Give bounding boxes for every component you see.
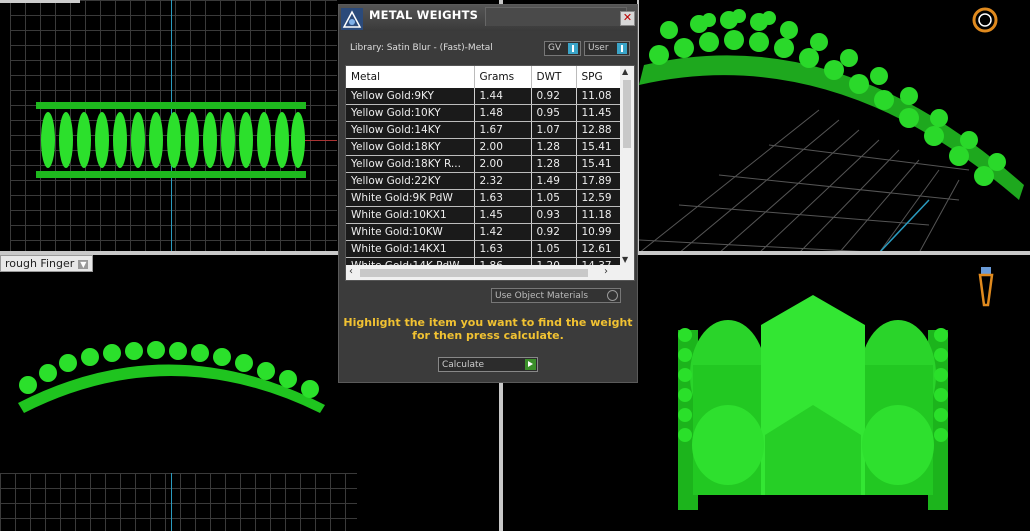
scroll-right-icon[interactable]: › <box>604 266 608 277</box>
scroll-down-icon[interactable]: ▼ <box>622 255 628 264</box>
table-row[interactable]: Yellow Gold:18KY 2.00 1.28 15.41 <box>346 138 621 156</box>
cell-dwt: 0.95 <box>531 104 577 122</box>
table-row[interactable]: Yellow Gold:14KY 1.67 1.07 12.88 <box>346 121 621 139</box>
cell-spg: 11.45 <box>576 104 621 122</box>
table-row[interactable]: Yellow Gold:9KY 1.44 0.92 11.08 <box>346 88 621 105</box>
table-row[interactable]: White Gold:10KX1 1.45 0.93 11.18 <box>346 206 621 224</box>
scroll-thumb[interactable] <box>360 269 588 277</box>
pin-view-icon[interactable] <box>978 267 994 307</box>
cell-spg: 15.41 <box>576 138 621 156</box>
column-header-metal[interactable]: Metal <box>346 66 475 88</box>
table-row[interactable]: White Gold:14KX1 1.63 1.05 12.61 <box>346 240 621 258</box>
scroll-up-icon[interactable]: ▲ <box>622 67 628 76</box>
cell-grams: 2.00 <box>474 138 532 156</box>
cell-grams: 1.48 <box>474 104 532 122</box>
dialog-title-bar[interactable]: METAL WEIGHTS ✕ <box>339 5 637 31</box>
cell-grams: 1.44 <box>474 88 532 105</box>
cell-metal: Yellow Gold:22KY <box>346 172 475 190</box>
cell-grams: 1.45 <box>474 206 532 224</box>
cell-dwt: 1.28 <box>531 138 577 156</box>
cell-grams: 1.63 <box>474 189 532 207</box>
viewport-top-right[interactable] <box>639 0 1030 253</box>
metal-weights-dialog[interactable]: METAL WEIGHTS ✕ Library: Satin Blur - (F… <box>338 4 638 383</box>
dialog-title: METAL WEIGHTS <box>369 8 479 22</box>
cell-dwt: 1.28 <box>531 155 577 173</box>
gv-toggle[interactable]: GV <box>544 41 581 56</box>
cell-grams: 1.63 <box>474 240 532 258</box>
cell-grams: 1.67 <box>474 121 532 139</box>
cell-grams: 2.00 <box>474 155 532 173</box>
user-label: User <box>588 43 609 53</box>
library-label: Library: Satin Blur - (Fast)-Metal <box>350 43 493 53</box>
cell-metal: White Gold:9K PdW <box>346 189 475 207</box>
title-tab <box>485 7 627 26</box>
metal-weights-table[interactable]: Metal Grams DWT SPG Yellow Gold:9KY 1.44 0… <box>345 65 635 281</box>
table-row[interactable]: White Gold:9K PdW 1.63 1.05 12.59 <box>346 189 621 207</box>
cell-dwt: 1.49 <box>531 172 577 190</box>
column-header-grams[interactable]: Grams <box>474 66 532 88</box>
table-row[interactable]: White Gold:10KW 1.42 0.92 10.99 <box>346 223 621 241</box>
cell-grams: 2.32 <box>474 172 532 190</box>
cell-metal: Yellow Gold:14KY <box>346 121 475 139</box>
instruction-text: Highlight the item you want to find the … <box>343 316 633 342</box>
cell-metal: White Gold:14KX1 <box>346 240 475 258</box>
user-toggle[interactable]: User <box>584 41 630 56</box>
close-button[interactable]: ✕ <box>620 11 635 26</box>
cell-spg: 12.61 <box>576 240 621 258</box>
cell-dwt: 1.05 <box>531 240 577 258</box>
table-row[interactable]: Yellow Gold:10KY 1.48 0.95 11.45 <box>346 104 621 122</box>
viewport-top-left[interactable] <box>0 0 337 251</box>
toggle-switch-icon <box>568 43 578 54</box>
cell-spg: 11.08 <box>576 88 621 105</box>
use-object-materials-label: Use Object Materials <box>495 291 589 301</box>
play-arrow-icon[interactable] <box>525 359 536 370</box>
table-row[interactable]: Yellow Gold:18KY R... 2.00 1.28 15.41 <box>346 155 621 173</box>
ring-model-perspective <box>639 7 1024 253</box>
table-row[interactable]: Yellow Gold:22KY 2.32 1.49 17.89 <box>346 172 621 190</box>
cell-metal: White Gold:10KW <box>346 223 475 241</box>
table-header-row: Metal Grams DWT SPG <box>346 66 621 88</box>
cell-spg: 10.99 <box>576 223 621 241</box>
cell-dwt: 1.05 <box>531 189 577 207</box>
cell-metal: White Gold:10KX1 <box>346 206 475 224</box>
cell-dwt: 0.92 <box>531 88 577 105</box>
cell-grams: 1.42 <box>474 223 532 241</box>
ring-model-top-view <box>0 0 306 178</box>
calculate-label: Calculate <box>442 360 485 370</box>
cell-metal: Yellow Gold:18KY <box>346 138 475 156</box>
gv-label: GV <box>548 43 562 53</box>
cell-spg: 15.41 <box>576 155 621 173</box>
cell-metal: Yellow Gold:10KY <box>346 104 475 122</box>
cell-dwt: 0.92 <box>531 223 577 241</box>
cell-spg: 12.88 <box>576 121 621 139</box>
scroll-left-icon[interactable]: ‹ <box>349 266 353 277</box>
cell-metal: Yellow Gold:9KY <box>346 88 475 105</box>
cell-dwt: 0.93 <box>531 206 577 224</box>
use-object-materials-checkbox[interactable]: Use Object Materials <box>491 288 621 303</box>
app-logo-icon <box>341 8 363 30</box>
cell-spg: 11.18 <box>576 206 621 224</box>
calculate-button[interactable]: Calculate <box>438 357 538 372</box>
column-header-dwt[interactable]: DWT <box>531 66 577 88</box>
cell-dwt: 1.07 <box>531 121 577 139</box>
column-header-spg[interactable]: SPG <box>576 66 621 88</box>
cell-spg: 17.89 <box>576 172 621 190</box>
horizontal-scrollbar[interactable]: ‹ › <box>346 265 634 280</box>
cell-spg: 12.59 <box>576 189 621 207</box>
vertical-scrollbar[interactable]: ▲ ▼ <box>620 66 634 265</box>
radio-circle-icon[interactable] <box>607 290 618 301</box>
scroll-thumb[interactable] <box>623 80 631 148</box>
ring-view-icon[interactable] <box>972 7 998 33</box>
toggle-switch-icon <box>617 43 627 54</box>
cell-metal: Yellow Gold:18KY R... <box>346 155 475 173</box>
